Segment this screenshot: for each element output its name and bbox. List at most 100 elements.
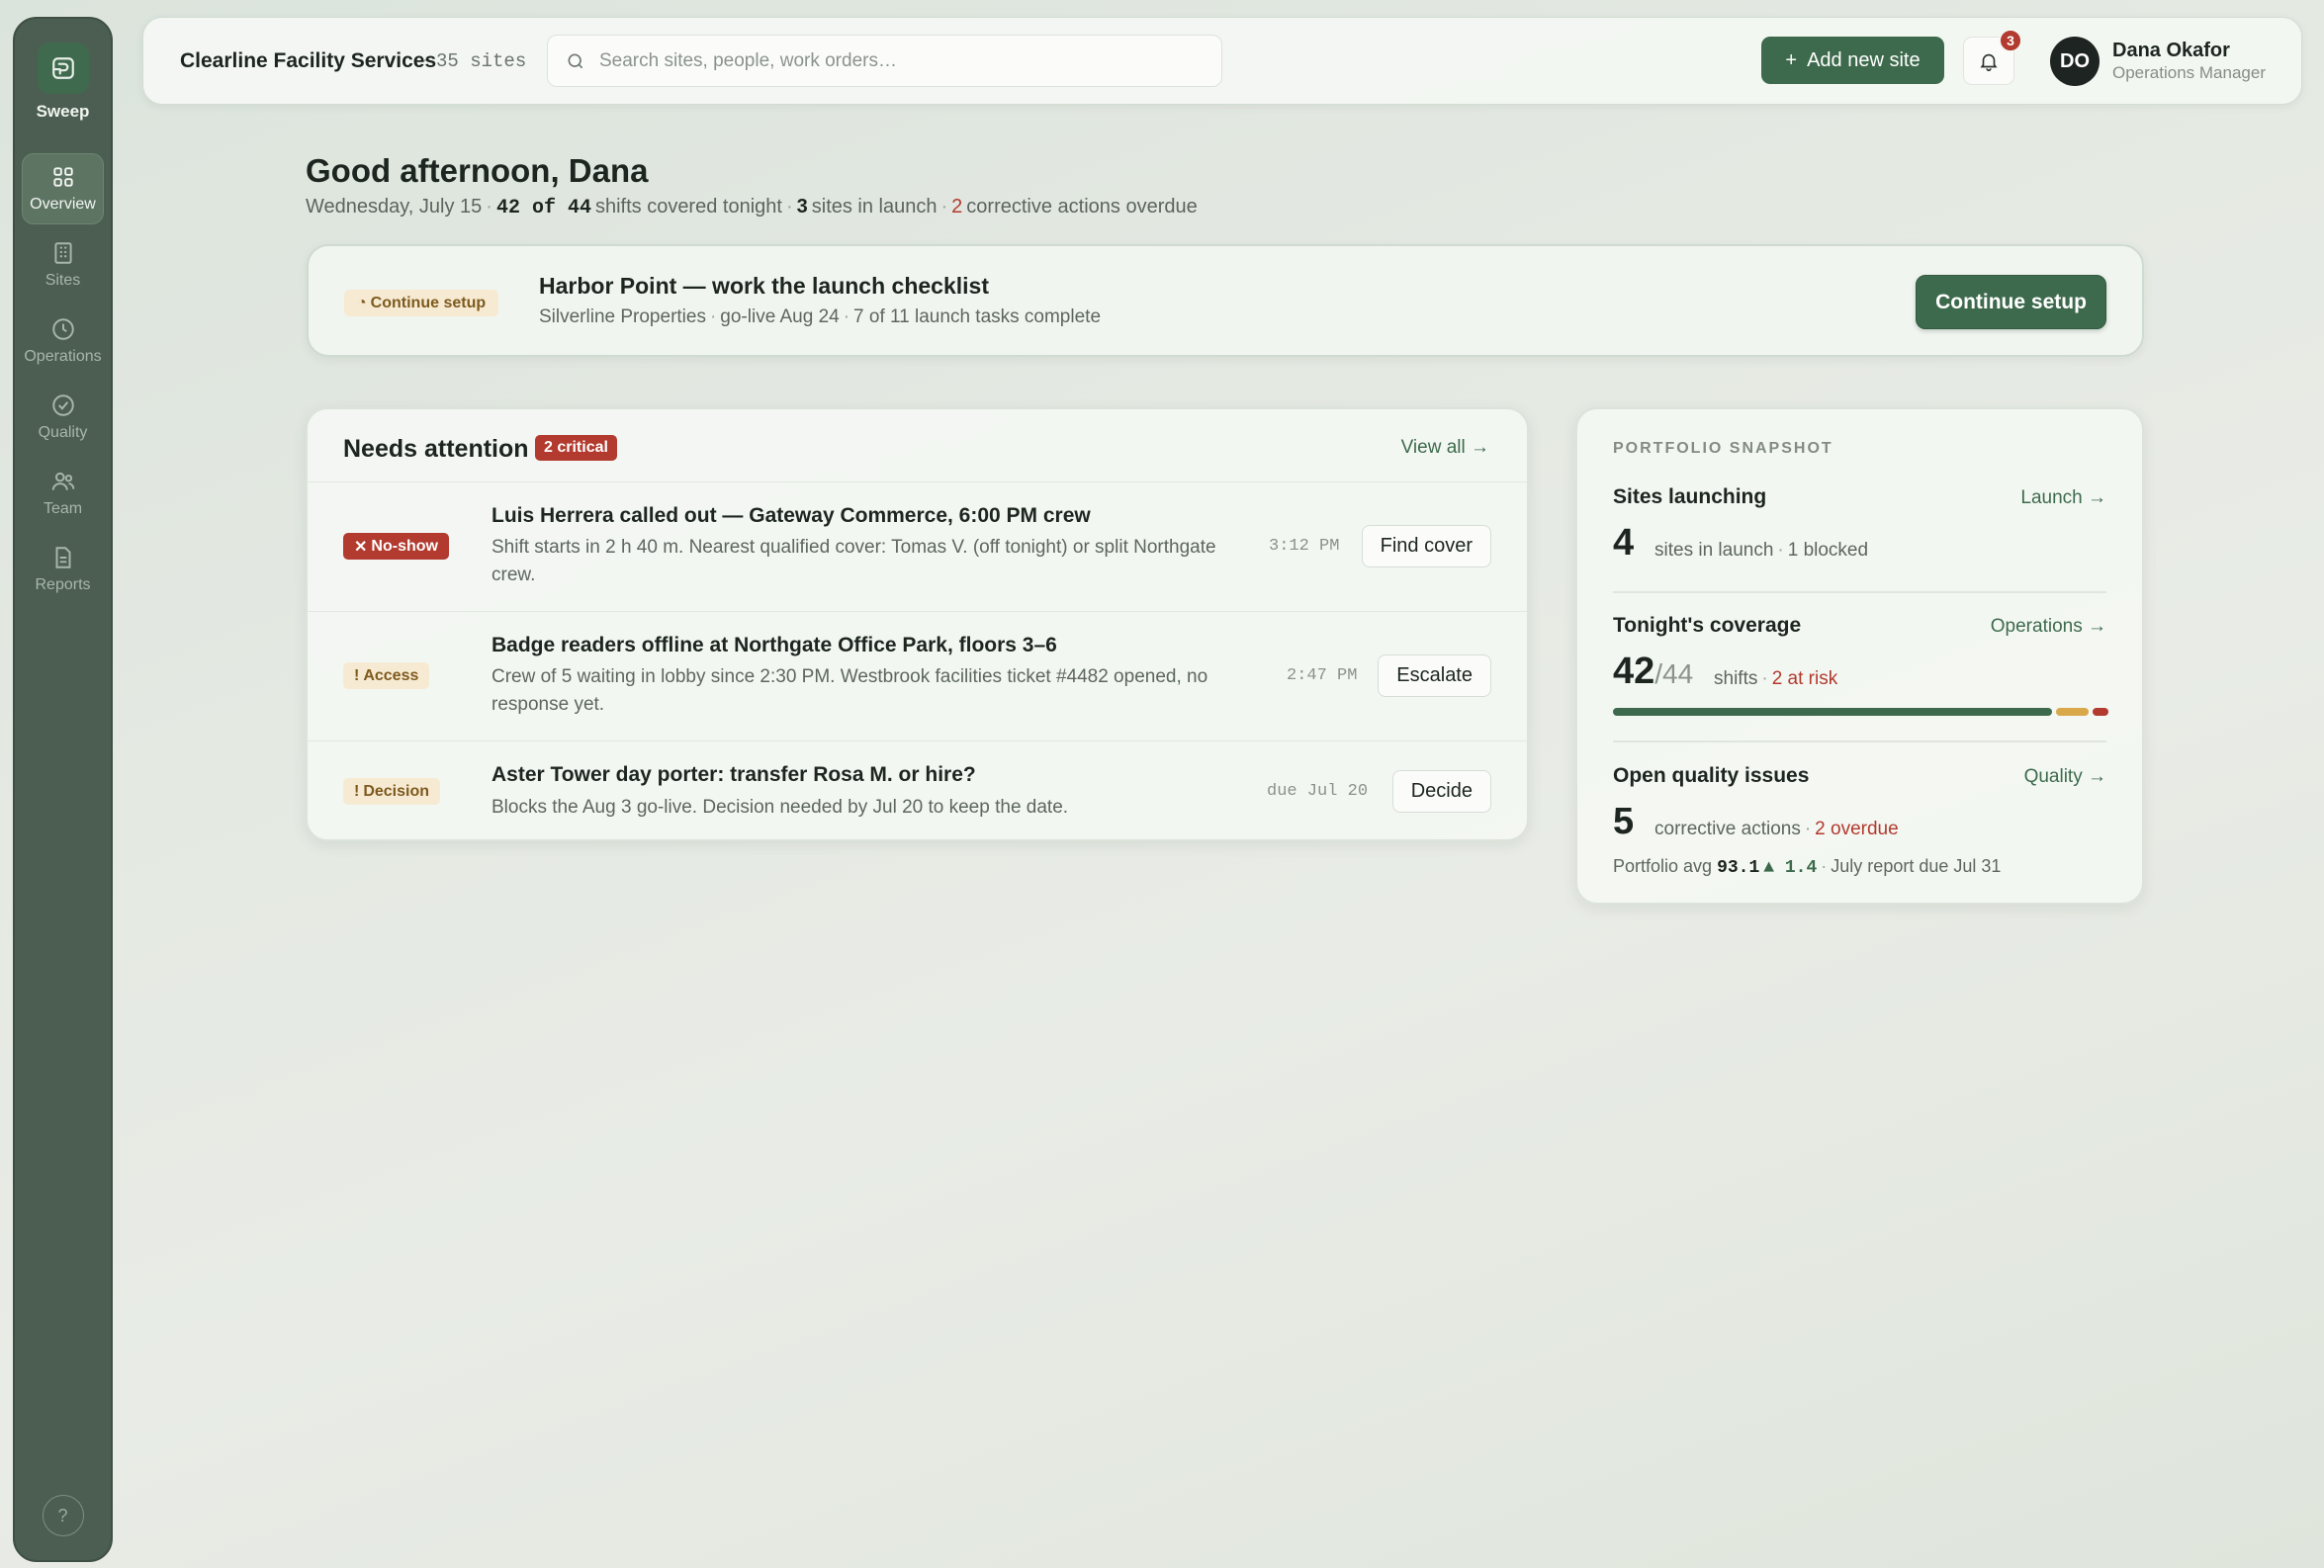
row-description: Shift starts in 2 h 40 m. Nearest qualif… <box>492 537 1216 585</box>
sites-launching-value: 4 <box>1613 522 1635 564</box>
plus-icon: + <box>1785 48 1798 71</box>
portfolio-label: PORTFOLIO SNAPSHOT <box>1613 440 1833 457</box>
coverage-note-text: shifts <box>1714 668 1758 689</box>
shifts-covered-count: 42 of 44 <box>495 197 591 219</box>
sites-launching-note: sites in launch · 1 blocked <box>1654 540 1869 561</box>
setup-golive: go-live Aug 24 <box>720 306 840 327</box>
coverage-bar-uncovered <box>2092 708 2109 716</box>
find-cover-button[interactable]: Find cover <box>1361 525 1491 567</box>
attention-title: Needs attention <box>343 435 529 463</box>
greeting-summary: Wednesday, July 15 · 42 of 44 shifts cov… <box>306 196 1198 219</box>
sites-launch-count: 3 <box>796 196 808 218</box>
quality-note-text: corrective actions <box>1654 819 1801 839</box>
sites-launching-title: Sites launching <box>1613 485 1767 508</box>
search-input[interactable] <box>599 49 1221 72</box>
sites-building-icon <box>53 242 72 264</box>
add-new-site-label: Add new site <box>1807 48 1921 71</box>
no-show-tag: ✕ No-show <box>343 533 449 560</box>
quality-link[interactable]: Quality → <box>2024 766 2106 788</box>
overdue-count: 2 <box>951 196 963 218</box>
avg-value: 93.1 <box>1717 858 1760 878</box>
row-title: Badge readers offline at Northgate Offic… <box>492 634 1057 656</box>
row-description: Blocks the Aug 3 go-live. Decision neede… <box>492 797 1069 818</box>
attention-header: Needs attention 2 critical View all → <box>308 409 1527 482</box>
needs-attention-card: Needs attention 2 critical View all → ✕ … <box>306 407 1529 841</box>
coverage-bar <box>1613 708 2109 716</box>
notification-count-badge: 3 <box>1999 29 2022 52</box>
notifications-button[interactable]: 3 <box>1963 29 2022 85</box>
reports-document-icon <box>55 547 70 568</box>
sidebar-item-label: Quality <box>38 424 88 441</box>
portfolio-snapshot-card: PORTFOLIO SNAPSHOT Sites launching Launc… <box>1575 407 2144 905</box>
org-site-count: 35 sites <box>436 50 527 72</box>
sidebar-item-label: Operations <box>24 348 102 365</box>
operations-link[interactable]: Operations → <box>1991 616 2106 638</box>
search-box[interactable] <box>547 35 1222 87</box>
coverage-value: 42/44 <box>1613 651 1693 693</box>
setup-title: Harbor Point — work the launch checklist <box>539 273 989 299</box>
sidebar-item-reports[interactable]: Reports <box>22 534 104 605</box>
help-button[interactable]: ? <box>42 1495 84 1536</box>
sweep-logo-icon[interactable] <box>37 43 89 94</box>
bell-icon <box>1980 53 1998 71</box>
coverage-count: 42 <box>1613 651 1655 692</box>
coverage-note: shifts · 2 at risk <box>1714 668 1838 689</box>
row-time: 3:12 PM <box>1269 537 1340 556</box>
coverage-total: /44 <box>1654 658 1694 689</box>
page-title: Good afternoon, Dana <box>306 152 649 189</box>
setup-tag-label: Continue setup <box>370 294 487 311</box>
setup-progress: 7 of 11 launch tasks complete <box>853 306 1102 327</box>
org-name: Clearline Facility Services <box>180 49 437 72</box>
sidebar-item-overview[interactable]: Overview <box>22 153 104 224</box>
row-title: Aster Tower day porter: transfer Rosa M.… <box>492 763 976 786</box>
escalate-button[interactable]: Escalate <box>1378 654 1491 697</box>
attention-row: ! Decision Aster Tower day porter: trans… <box>308 741 1527 839</box>
app-name: Sweep <box>36 102 90 121</box>
portfolio-average: Portfolio avg 93.1 ▲ 1.4 · July report d… <box>1613 856 2002 878</box>
user-name: Dana Okafor <box>2112 40 2230 61</box>
avg-label: Portfolio avg <box>1613 856 1713 876</box>
progress-pie-icon: ◔ <box>357 294 367 311</box>
overdue-text: corrective actions overdue <box>966 196 1198 218</box>
divider <box>1613 740 2106 742</box>
setup-tag: ◔ Continue setup <box>344 290 499 316</box>
row-time: due Jul 20 <box>1267 782 1369 801</box>
add-new-site-button[interactable]: + Add new site <box>1761 37 1944 84</box>
alert-icon: ! <box>354 782 360 800</box>
divider <box>1613 591 2106 593</box>
separator-dot: · <box>422 49 428 69</box>
attention-row: ✕ No-show Luis Herrera called out — Gate… <box>308 482 1527 612</box>
quality-value: 5 <box>1613 801 1635 842</box>
sidebar-item-sites[interactable]: Sites <box>22 229 104 301</box>
tag-label: Access <box>363 666 419 684</box>
sidebar: Sweep Overview Sites Operations Quality … <box>13 17 113 1562</box>
launch-link[interactable]: Launch → <box>2020 487 2106 509</box>
quality-check-icon <box>51 394 74 416</box>
user-role: Operations Manager <box>2112 63 2266 82</box>
quality-note: corrective actions · 2 overdue <box>1654 819 1899 839</box>
sidebar-item-operations[interactable]: Operations <box>22 305 104 377</box>
sidebar-item-label: Sites <box>45 272 81 289</box>
team-people-icon <box>51 472 74 490</box>
sidebar-item-quality[interactable]: Quality <box>22 382 104 453</box>
continue-setup-button[interactable]: Continue setup <box>1916 275 2106 329</box>
sidebar-nav: Overview Sites Operations Quality Team R… <box>15 153 111 605</box>
sidebar-item-label: Reports <box>35 576 91 593</box>
coverage-bar-covered <box>1613 708 2052 716</box>
top-bar: Clearline Facility Services · 35 sites +… <box>142 17 2302 105</box>
launching-note-text: sites in launch <box>1654 540 1774 561</box>
quality-overdue-count: 2 overdue <box>1815 819 1899 839</box>
row-title: Luis Herrera called out — Gateway Commer… <box>492 504 1091 527</box>
decide-button[interactable]: Decide <box>1391 770 1491 813</box>
avatar[interactable]: DO <box>2050 37 2100 86</box>
x-icon: ✕ <box>354 538 368 556</box>
decision-tag: ! Decision <box>343 778 441 805</box>
sidebar-item-label: Team <box>43 500 83 517</box>
tag-label: No-show <box>371 537 438 555</box>
tag-label: Decision <box>363 782 430 800</box>
operations-clock-icon <box>51 318 74 340</box>
quality-title: Open quality issues <box>1613 764 1810 787</box>
view-all-link[interactable]: View all → <box>1401 437 1489 459</box>
attention-row: ! Access Badge readers offline at Northg… <box>308 612 1527 741</box>
sidebar-item-team[interactable]: Team <box>22 458 104 529</box>
